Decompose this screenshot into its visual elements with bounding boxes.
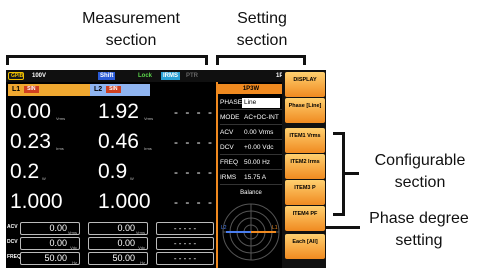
measurement-bracket (6, 55, 208, 65)
setting-value[interactable]: AC+DC-INT (242, 113, 280, 123)
dcv-row: DCV 0.00 Vdc 0.00 Vdc - - - - - (6, 236, 214, 251)
range-indicator: 100V (32, 73, 47, 79)
balance-display: Balance L2 L1 (220, 190, 282, 266)
l2-field: 50.00 Hz (88, 252, 148, 265)
setting-key: MODE (220, 114, 240, 121)
l1-field: 0.00 Vdc (20, 237, 80, 250)
setting-value[interactable]: 15.75 A (242, 173, 280, 183)
l2-unit: Vrms (144, 116, 154, 121)
ptr-indicator: PTR (186, 73, 198, 79)
row-label: ACV (7, 224, 18, 230)
l1-unit: W (42, 176, 46, 181)
measurement-row: 0.23 Irms 0.46 Irms - - - - (6, 128, 214, 156)
item4-softkey[interactable]: ITEM4 PF (285, 206, 325, 231)
row-label: FREQ (7, 254, 21, 260)
setting-row-phase[interactable]: PHASE Line (220, 96, 282, 110)
item3-softkey[interactable]: ITEM3 P (285, 180, 325, 205)
phase-circle-graphic: L2 L1 (221, 203, 280, 261)
field-unit: Hz (140, 260, 145, 265)
l3-value: - - - - (174, 195, 214, 209)
field-unit: Hz (72, 260, 77, 265)
l2-unit: W (130, 176, 134, 181)
l2-field: 0.00 Vrms (88, 222, 148, 235)
l3-value: - - - - (174, 135, 214, 149)
measurement-row: 0.00 Vrms 1.92 Vrms - - - - (6, 98, 214, 126)
gpib-indicator: GPIB (8, 72, 24, 80)
l2-field: 0.00 Vdc (88, 237, 148, 250)
device-screen: GPIB 100V Shift Lock IRMS PTR 1P3W L1SIN… (6, 70, 326, 268)
freq-row: FREQ 50.00 Hz 50.00 Hz - - - - - (6, 251, 214, 266)
l2-unit: Irms (144, 146, 152, 151)
acv-row: ACV 0.00 Vrms 0.00 Vrms - - - - - (6, 221, 214, 236)
channel-l2-waveform: SIN (106, 85, 121, 93)
field-value: 0.00 (49, 238, 67, 248)
setting-header: 1P3W (218, 84, 284, 94)
setting-key: FREQ (220, 159, 239, 166)
channel-l2-tab[interactable]: L2 SIN (90, 84, 150, 96)
setting-key: ACV (220, 129, 234, 136)
irms-indicator: IRMS (161, 72, 180, 80)
l1-field: 50.00 Hz (20, 252, 80, 265)
phase-softkey[interactable]: Phase [Line] (285, 98, 325, 123)
measurement-row: 0.2 W 0.9 W - - - - (6, 158, 214, 186)
lock-indicator: Lock (138, 73, 153, 79)
setting-row-dcv[interactable]: DCV +0.00 Vdc (220, 141, 282, 155)
setting-value[interactable]: 50.00 Hz (242, 158, 280, 168)
setting-row-mode[interactable]: MODE AC+DC-INT (220, 111, 282, 125)
channel-l1-label: L1 (12, 86, 21, 93)
channel-l1-tab[interactable]: L1 SIN (8, 84, 98, 96)
status-bar: GPIB 100V Shift Lock IRMS PTR 1P3W (6, 70, 326, 82)
setting-bracket (216, 55, 306, 65)
l1-unit: Irms (56, 146, 64, 151)
l1-value: 0.23 (10, 130, 51, 153)
l1-field: 0.00 Vrms (20, 222, 80, 235)
setting-value[interactable]: +0.00 Vdc (242, 143, 280, 153)
each-softkey[interactable]: Each [All] (285, 234, 325, 259)
setting-panel: 1P3W PHASE Line MODE AC+DC-INT ACV 0.00 … (216, 82, 284, 268)
l3-value: - - - - (174, 105, 214, 119)
l3-field: - - - - - (156, 237, 214, 250)
l1-value: 1.000 (10, 190, 63, 213)
setting-section-callout: Setting section (236, 10, 288, 49)
display-softkey[interactable]: DISPLAY (285, 72, 325, 97)
l2-value: 0.46 (98, 130, 139, 153)
item1-softkey[interactable]: ITEM1 Vrms (285, 128, 325, 153)
channel-l1-waveform: SIN (24, 85, 39, 93)
setting-key: PHASE (220, 99, 243, 106)
l1-phasor-label: L1 (272, 225, 278, 231)
l1-value: 0.2 (10, 160, 40, 183)
row-label: DCV (7, 239, 18, 245)
field-value: 50.00 (44, 253, 67, 263)
setting-value[interactable]: Line (242, 98, 280, 108)
measurement-section-callout: Measurement section (82, 10, 180, 49)
setting-value[interactable]: 0.00 Vrms (242, 128, 280, 138)
setting-row-freq[interactable]: FREQ 50.00 Hz (220, 156, 282, 170)
l3-field: - - - - - (156, 252, 214, 265)
l2-phasor-label: L2 (221, 225, 227, 231)
setting-key: IRMS (220, 174, 237, 181)
l1-value: 0.00 (10, 100, 51, 123)
softkey-panel: DISPLAY Phase [Line] ITEM1 Vrms ITEM2 Ir… (282, 70, 326, 268)
channel-l2-label: L2 (94, 86, 103, 93)
l2-value: 0.9 (98, 160, 128, 183)
measurement-row: 1.000 1.000 - - - - (6, 188, 214, 216)
setting-row-acv[interactable]: ACV 0.00 Vrms (220, 126, 282, 140)
field-value: 0.00 (117, 223, 135, 233)
phase-degree-callout: Phase degree setting (369, 210, 469, 249)
configurable-leader-line (345, 172, 359, 175)
field-value: 0.00 (117, 238, 135, 248)
configurable-bracket (333, 132, 345, 216)
configurable-section-callout: Configurable section (374, 152, 466, 191)
field-value: 50.00 (112, 253, 135, 263)
l2-value: 1.92 (98, 100, 139, 123)
l2-value: 1.000 (98, 190, 151, 213)
l3-field: - - - - - (156, 222, 214, 235)
setting-row-irms[interactable]: IRMS 15.75 A (220, 171, 282, 185)
field-value: 0.00 (49, 223, 67, 233)
item2-softkey[interactable]: ITEM2 Irms (285, 154, 325, 179)
setting-key: DCV (220, 144, 234, 151)
l1-unit: Vrms (56, 116, 66, 121)
l3-value: - - - - (174, 165, 214, 179)
shift-indicator: Shift (98, 72, 116, 80)
